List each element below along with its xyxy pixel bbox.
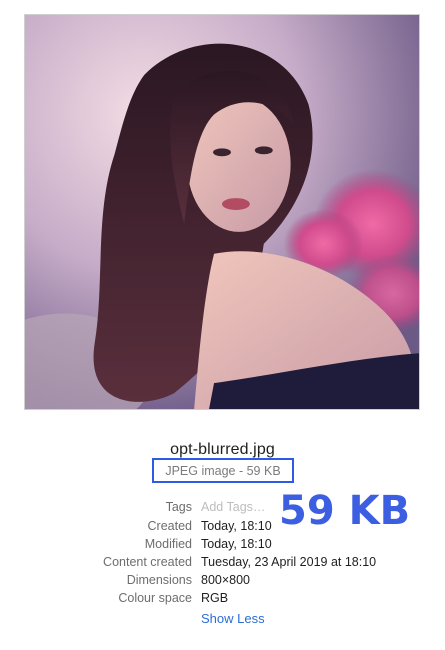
info-row-colour-space: Colour space RGB — [0, 591, 445, 609]
info-label: Tags — [165, 500, 192, 514]
file-kind-size-highlight: JPEG image - 59 KB — [152, 458, 294, 483]
info-value: Tuesday, 23 April 2019 at 18:10 — [201, 555, 377, 569]
portrait-photo — [25, 15, 419, 409]
image-preview — [24, 14, 420, 410]
info-value: RGB — [201, 591, 229, 605]
info-row-dimensions: Dimensions 800×800 — [0, 573, 445, 591]
show-less-link[interactable]: Show Less — [201, 611, 265, 626]
file-kind-size: JPEG image - 59 KB — [165, 463, 281, 478]
info-label: Modified — [144, 537, 192, 551]
file-size-callout: 59 KB — [279, 488, 411, 534]
info-value: 800×800 — [201, 573, 251, 587]
info-row-content-created: Content created Tuesday, 23 April 2019 a… — [0, 555, 445, 573]
info-value: Today, 18:10 — [201, 537, 272, 551]
info-value: Today, 18:10 — [201, 519, 272, 533]
file-name: opt-blurred.jpg — [170, 441, 275, 458]
add-tags-field[interactable]: Add Tags… — [201, 500, 265, 514]
info-label: Dimensions — [126, 573, 192, 587]
info-row-modified: Modified Today, 18:10 — [0, 537, 445, 555]
file-info-panel: opt-blurred.jpg JPEG image - 59 KB Tags … — [0, 0, 445, 650]
info-label: Created — [147, 519, 192, 533]
info-label: Content created — [103, 555, 192, 569]
info-label: Colour space — [118, 591, 192, 605]
